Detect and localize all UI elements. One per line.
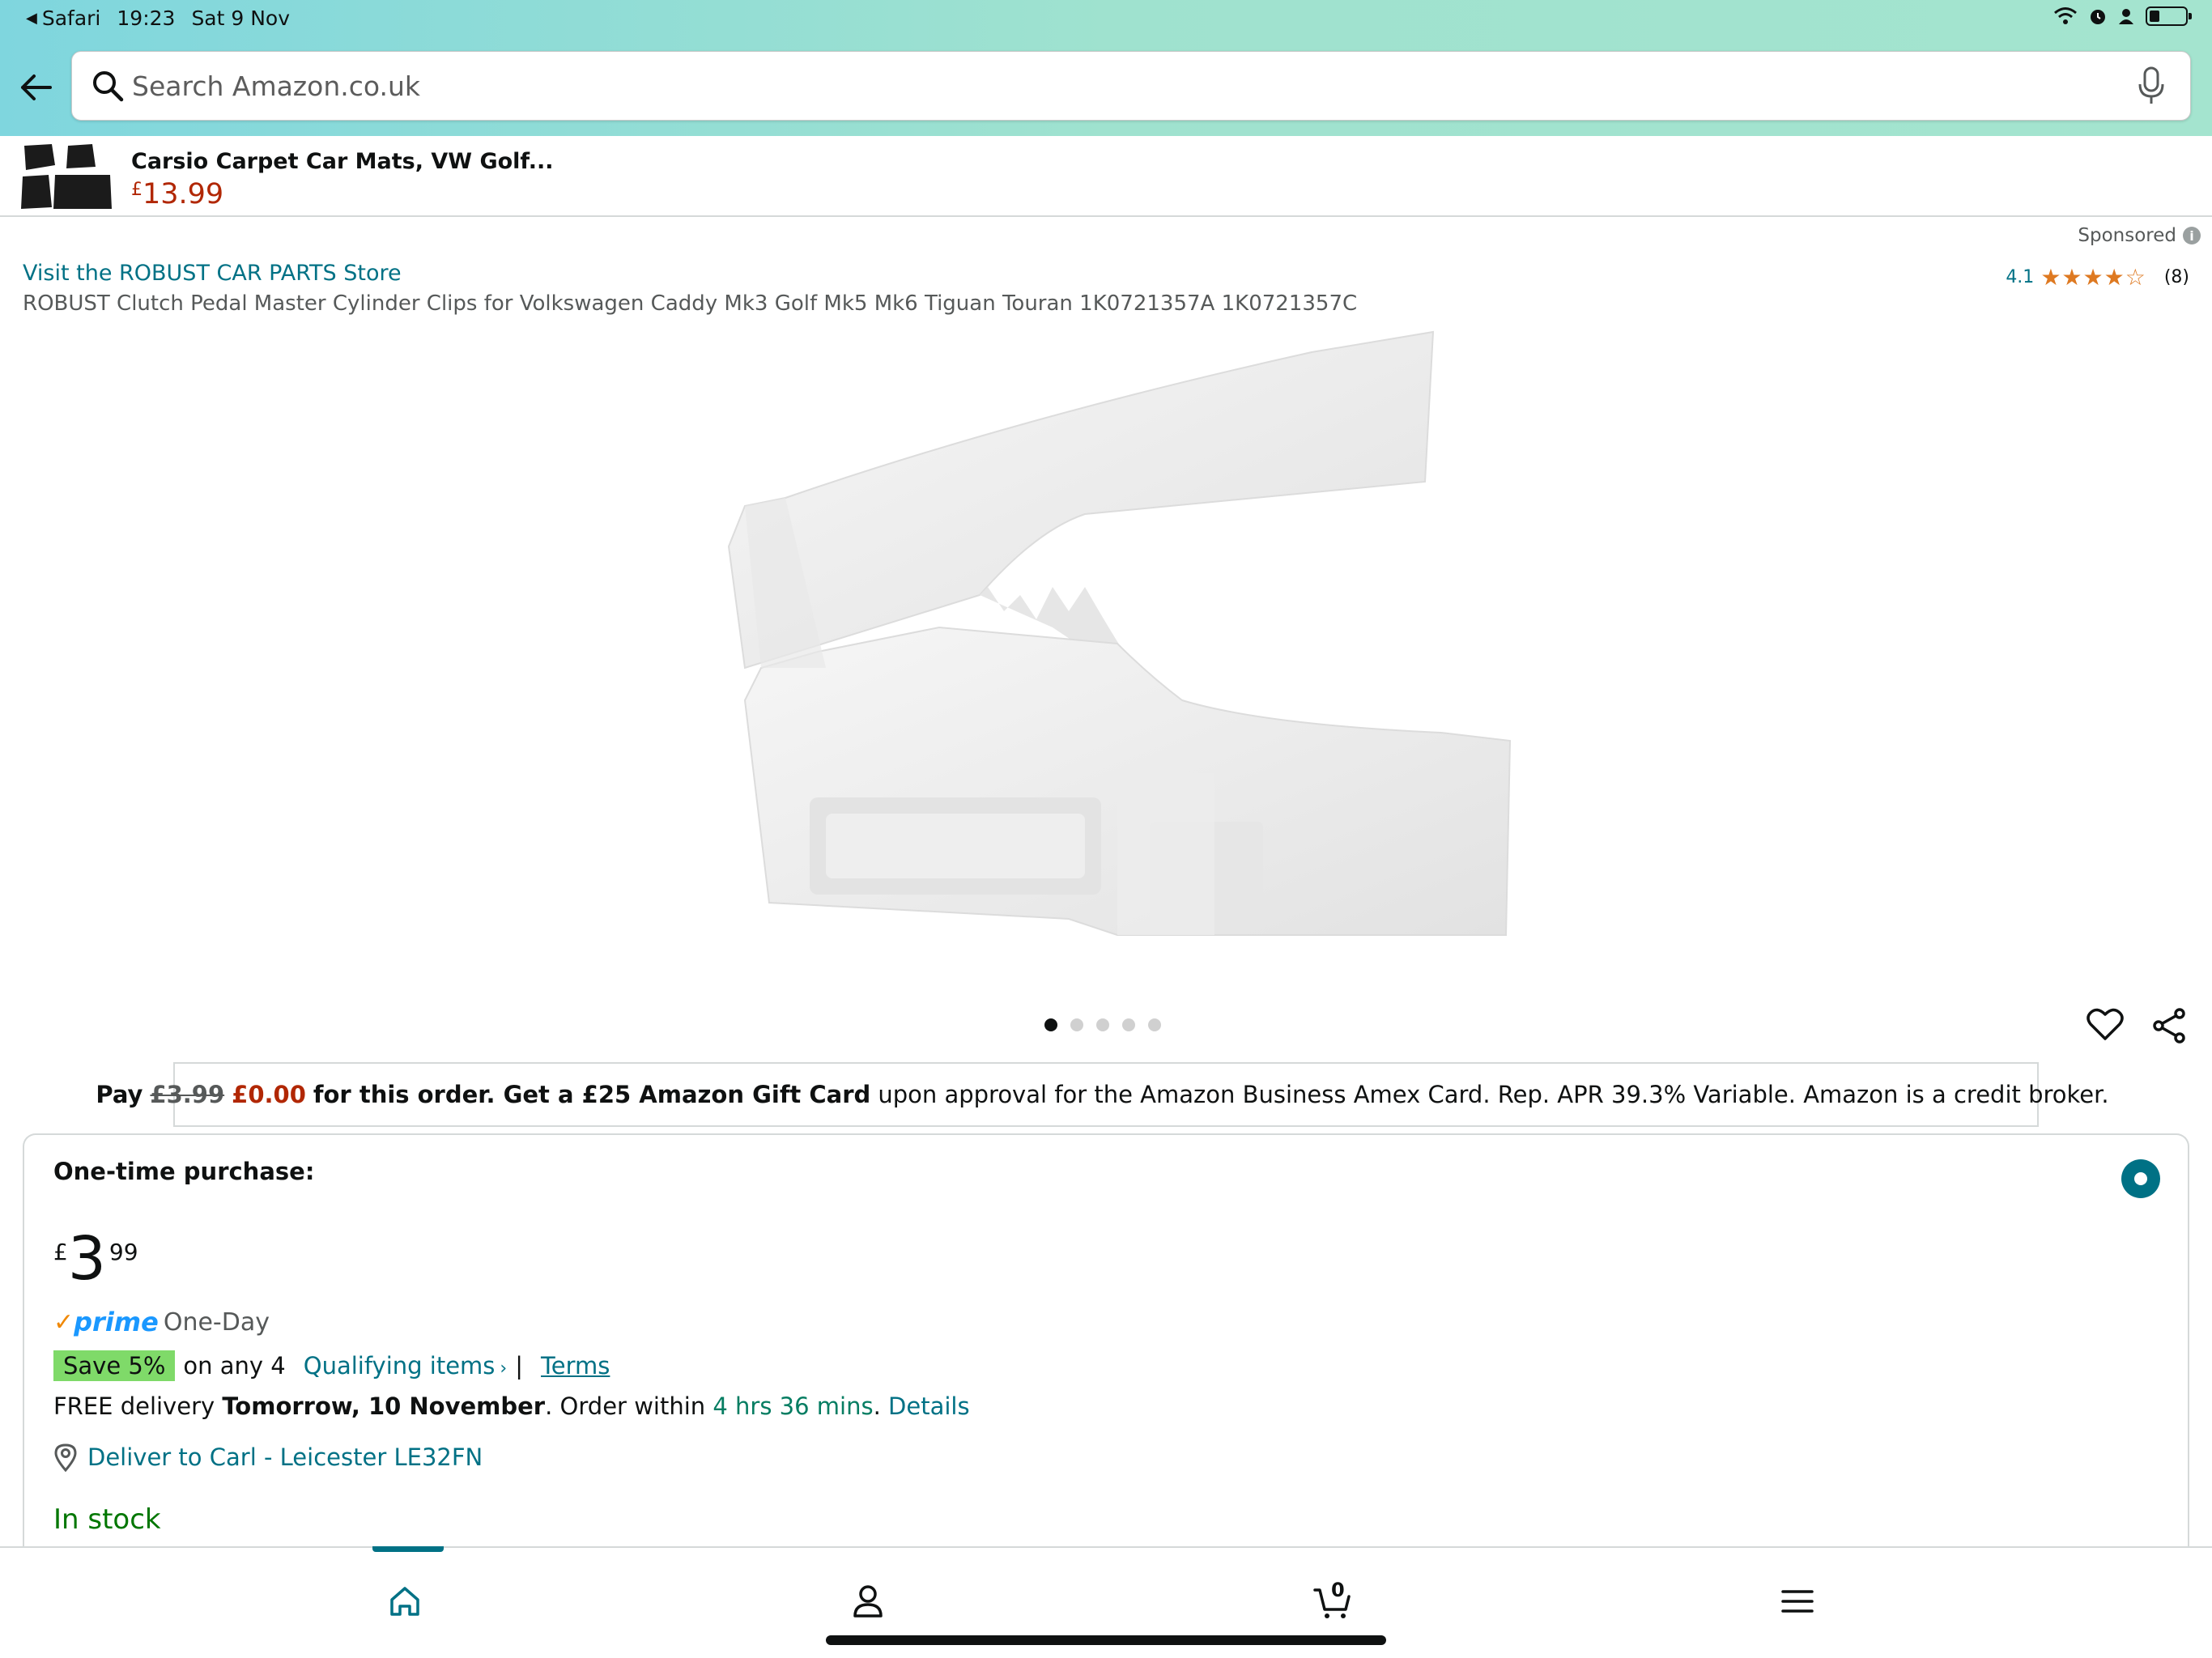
status-bar: ◀ Safari 19:23 Sat 9 Nov (0, 0, 2212, 39)
terms-link[interactable]: Terms (541, 1352, 610, 1380)
one-time-purchase-card[interactable]: One-time purchase: £ 3 99 ✓ prime One-Da… (23, 1133, 2189, 1587)
heart-icon[interactable] (2086, 1006, 2125, 1042)
qualifying-items-link[interactable]: Qualifying items › (304, 1352, 507, 1380)
rating-count: (8) (2163, 267, 2189, 287)
carousel-dot[interactable] (1122, 1018, 1135, 1031)
carousel-dot[interactable] (1096, 1018, 1109, 1031)
tab-account[interactable] (844, 1577, 892, 1626)
delivery-date: Tomorrow, 10 November (222, 1392, 546, 1420)
delivery-details-link[interactable]: Details (888, 1392, 970, 1420)
tab-menu[interactable] (1773, 1577, 1822, 1626)
save-badge: Save 5% (53, 1350, 176, 1381)
image-carousel-dots[interactable] (1044, 1018, 1161, 1031)
search-input[interactable] (132, 62, 2075, 110)
promo-new-price: £0.00 (232, 1081, 306, 1108)
location-pin-icon (54, 1443, 77, 1472)
promo-old-price: £3.99 (150, 1081, 225, 1108)
carousel-dot[interactable] (1148, 1018, 1161, 1031)
separator: | (515, 1352, 523, 1380)
status-date: Sat 9 Nov (191, 6, 291, 30)
deliver-to-link[interactable]: Deliver to Carl - Leicester LE32FN (53, 1443, 483, 1472)
promo-details: upon approval for the Amazon Business Am… (878, 1081, 2109, 1108)
home-icon (390, 1587, 419, 1616)
carousel-dot[interactable] (1070, 1018, 1083, 1031)
amex-promo-banner[interactable]: Pay £3.99 £0.00 for this order. Get a £2… (96, 1062, 2109, 1127)
home-indicator[interactable] (826, 1635, 1386, 1645)
product-title: ROBUST Clutch Pedal Master Cylinder Clip… (23, 291, 1358, 316)
rating-stars-icon: ★★★★☆ (2040, 264, 2146, 291)
promo-pay: Pay (96, 1081, 143, 1108)
promo-gift-card: for this order. Get a £25 Amazon Gift Ca… (313, 1081, 871, 1108)
tab-home[interactable] (381, 1577, 429, 1626)
one-time-purchase-radio[interactable] (2121, 1159, 2160, 1198)
order-window: 4 hrs 36 mins (713, 1392, 874, 1420)
share-icon[interactable] (2150, 1007, 2188, 1044)
tab-cart[interactable]: 0 (1308, 1577, 1357, 1626)
product-image[interactable] (696, 320, 1522, 967)
one-time-purchase-label: One-time purchase: (53, 1158, 315, 1185)
sponsored-label: Sponsored i (2078, 225, 2201, 246)
product-rating[interactable]: 4.1 ★★★★☆ (8) (2006, 264, 2189, 291)
store-link[interactable]: Visit the ROBUST CAR PARTS Store (23, 261, 402, 286)
hamburger-menu-icon (1781, 1590, 1814, 1613)
prime-badge: ✓ prime One-Day (53, 1307, 270, 1337)
stock-status: In stock (53, 1503, 161, 1536)
prime-speed: One-Day (163, 1307, 270, 1337)
active-tab-indicator (372, 1546, 444, 1552)
battery-icon (2146, 6, 2192, 26)
microphone-icon[interactable] (2137, 66, 2166, 105)
car-mats-thumbnail[interactable] (19, 142, 115, 210)
sticky-product-banner[interactable]: Carsio Carpet Car Mats, VW Golf... £13.9… (0, 136, 2212, 217)
back-to-app-label[interactable]: Safari (42, 6, 101, 30)
search-bar[interactable] (71, 51, 2191, 121)
status-time: 19:23 (117, 6, 176, 30)
prime-logo: prime (74, 1307, 159, 1337)
cart-count-badge: 0 (1331, 1579, 1345, 1601)
save-offer-row: Save 5% on any 4 Qualifying items › | Ter… (53, 1350, 610, 1381)
rating-value: 4.1 (2006, 267, 2035, 287)
sticky-product-title[interactable]: Carsio Carpet Car Mats, VW Golf... (131, 149, 553, 174)
price: £ 3 99 (53, 1224, 138, 1294)
sticky-product-price: £13.99 (131, 178, 224, 210)
back-to-app-icon[interactable]: ◀ (26, 10, 37, 27)
alarm-icon (2091, 10, 2105, 24)
back-arrow-icon[interactable] (16, 68, 55, 107)
person-icon (853, 1585, 883, 1618)
info-icon[interactable]: i (2183, 227, 2201, 244)
chevron-right-icon: › (500, 1358, 508, 1379)
wifi-icon (2054, 7, 2077, 24)
person-status-icon (2119, 9, 2133, 24)
delivery-info: FREE delivery Tomorrow, 10 November. Ord… (53, 1392, 970, 1420)
app-header: ◀ Safari 19:23 Sat 9 Nov (0, 0, 2212, 136)
search-icon (93, 71, 124, 102)
save-text: on any 4 (183, 1352, 286, 1380)
prime-check-icon: ✓ (53, 1307, 74, 1337)
carousel-dot[interactable] (1044, 1018, 1057, 1031)
